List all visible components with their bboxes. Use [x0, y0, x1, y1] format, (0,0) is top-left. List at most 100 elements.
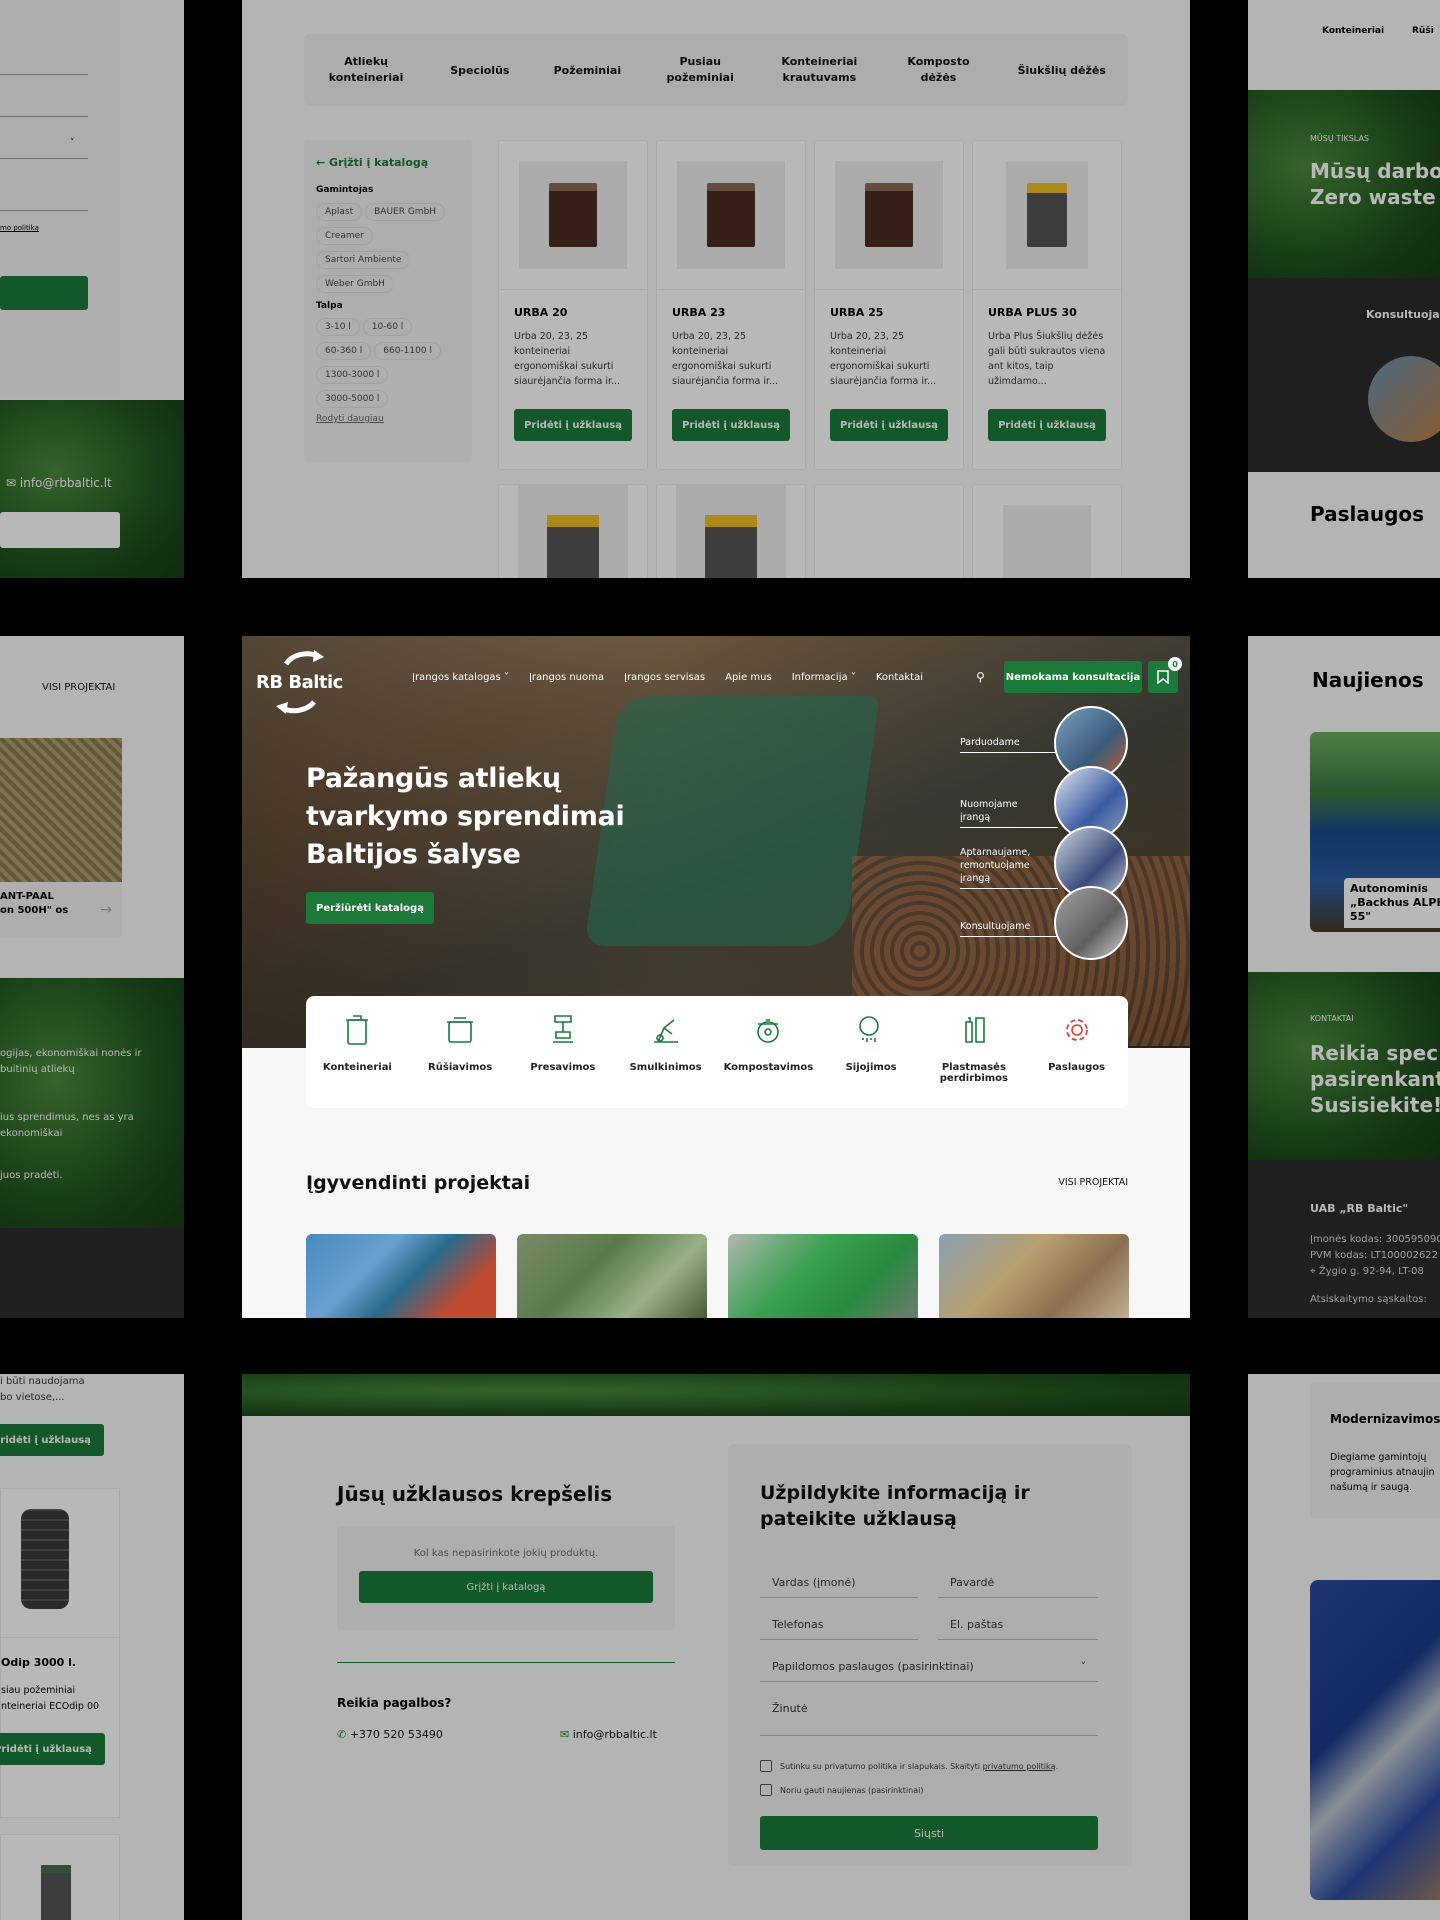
all-projects-link[interactable]: VISI PROJEKTAI [1058, 1177, 1128, 1188]
product-card[interactable]: URBA 23 Urba 20, 23, 25 konteineriai erg… [656, 140, 806, 470]
about-text-1: ogijas, ekonomiškai nonės ir buitinių at… [0, 1048, 142, 1075]
tab-siuksliu-dezes[interactable]: Šiukšlių dėžės [1018, 64, 1106, 77]
category-sieving[interactable]: Sijojimos [820, 1012, 923, 1073]
category-services[interactable]: Paslaugos [1025, 1012, 1128, 1073]
tab-containers[interactable]: Konteineriai [1322, 26, 1384, 36]
size-chip[interactable]: 60-360 l [316, 342, 372, 360]
privacy-link[interactable]: privatumo politiką [983, 1762, 1056, 1771]
tab-specialus[interactable]: Speciolūs [450, 64, 509, 77]
phone-field[interactable]: Telefonas [760, 1618, 918, 1640]
back-to-catalog-link[interactable]: ← Grįžti į katalogą [316, 156, 460, 169]
shredder-icon [653, 1019, 678, 1043]
product-card[interactable] [972, 484, 1122, 578]
product-card[interactable]: URBA 25 Urba 20, 23, 25 konteineriai erg… [814, 140, 964, 470]
newsletter-checkbox[interactable] [760, 1784, 772, 1796]
tab-sorting[interactable]: Rūši [1412, 26, 1434, 36]
privacy-link[interactable]: mo politiką [0, 224, 39, 232]
product-card[interactable]: URBA 20 Urba 20, 23, 25 konteineriai erg… [498, 140, 648, 470]
chevron-down-icon: ˅ [1080, 1660, 1087, 1673]
email-field[interactable]: El. paštas [938, 1618, 1098, 1640]
add-to-request-button[interactable]: Pridėti į užklausą [830, 409, 948, 441]
product-card[interactable] [656, 484, 806, 578]
category-plastic-recycling[interactable]: Plastmasės perdirbimos [923, 1012, 1026, 1084]
privacy-checkbox[interactable] [760, 1760, 772, 1772]
project-card[interactable]: ANT-PAAL on 500H" os → [0, 738, 122, 938]
add-to-request-button[interactable]: Pridėti į užklausą [514, 409, 632, 441]
project-card[interactable] [728, 1234, 918, 1318]
size-filter-title: Talpa [316, 301, 343, 311]
nav-item-service[interactable]: Įrangos servisas [624, 672, 705, 683]
nav-item-catalog[interactable]: Įrangos katalogas ˅ [412, 672, 509, 683]
size-chip[interactable]: 660-1100 l [374, 342, 441, 360]
product-grid: URBA 20 Urba 20, 23, 25 konteineriai erg… [498, 140, 1128, 578]
bin-icon [346, 1015, 369, 1045]
category-containers[interactable]: Konteineriai [306, 1012, 409, 1073]
help-phone[interactable]: ✆ +370 520 53490 [337, 1728, 443, 1741]
logo[interactable]: RB Baltic [256, 646, 344, 716]
add-to-request-button[interactable]: Pridėti į užklausą [988, 409, 1106, 441]
view-catalog-button[interactable]: Peržiūrėti katalogą [306, 892, 434, 924]
maker-chip[interactable]: Weber GmbH [316, 275, 394, 293]
product-card[interactable] [498, 484, 648, 578]
services-select[interactable]: Papildomos paslaugos (pasirinktinai) ˅ [760, 1660, 1098, 1682]
service-label-repair[interactable]: Aptarnaujame, remontuojame įrangą [960, 846, 1058, 889]
tab-atlieku-konteineriai[interactable]: Atliekų konteineriai [326, 54, 406, 86]
product-card[interactable]: Odip 3000 l. siau požeminiai nteineriai … [0, 1488, 120, 1818]
bin-grey-yellow-image [1006, 161, 1088, 269]
nav-item-info[interactable]: Informacija ˅ [792, 672, 856, 683]
free-consultation-button[interactable]: Nemokama konsultacija [1004, 661, 1142, 693]
tab-pusiau-pozeminiai[interactable]: Pusiau požeminiai [665, 54, 735, 86]
project-thumbnails [306, 1234, 1129, 1318]
category-pressing[interactable]: Presavimos [512, 1012, 615, 1073]
size-chip[interactable]: 3000-5000 l [316, 390, 389, 408]
tab-komposto-dezes[interactable]: Komposto dėžės [903, 54, 973, 86]
size-chip[interactable]: 10-60 l [362, 318, 413, 336]
product-desc: Urba Plus Šiukšlių dėžės gali būti sukra… [988, 331, 1106, 387]
newsletter-input[interactable] [0, 512, 120, 548]
name-field[interactable]: Vardas (įmonė) [760, 1576, 918, 1598]
project-card[interactable] [517, 1234, 707, 1318]
compost-icon [757, 1019, 780, 1043]
surname-field[interactable]: Pavardė [938, 1576, 1098, 1598]
tab-pozeminiai[interactable]: Požeminiai [554, 64, 622, 77]
submit-button[interactable] [0, 276, 88, 310]
maker-chip[interactable]: Aplast [316, 203, 363, 221]
tab-konteineriai-krautuvams[interactable]: Konteineriai krautuvams [779, 54, 859, 86]
product-card[interactable] [0, 1834, 120, 1920]
category-sorting[interactable]: Rūšiavimos [409, 1012, 512, 1073]
service-label-sell[interactable]: Parduodame [960, 736, 1058, 753]
project-card[interactable] [306, 1234, 496, 1318]
maker-chip[interactable]: Sartori Ambiente [316, 251, 411, 269]
back-to-catalog-button[interactable]: Grįžti į katalogą [359, 1571, 653, 1603]
nav-item-contacts[interactable]: Kontaktai [876, 672, 923, 683]
nav-item-about[interactable]: Apie mus [725, 672, 772, 683]
right-top-panel: Konteineriai Rūši MŪSŲ TIKSLAS Mūsų darb… [1248, 0, 1440, 578]
product-card[interactable] [814, 484, 964, 578]
submit-button[interactable]: Siųsti [760, 1816, 1098, 1850]
nav-item-rent[interactable]: Įrangos nuoma [529, 672, 604, 683]
size-chip[interactable]: 1300-3000 l [316, 366, 389, 384]
product-card[interactable]: URBA PLUS 30 Urba Plus Šiukšlių dėžės ga… [972, 140, 1122, 470]
maker-chip[interactable]: BAUER GmbH [365, 203, 446, 221]
maker-chip[interactable]: Creamer [316, 227, 373, 245]
add-to-request-button[interactable]: Pridėti į užklausą [0, 1424, 104, 1456]
service-photo-consult[interactable] [1054, 886, 1128, 960]
service-label-rent[interactable]: Nuomojame įrangą [960, 798, 1058, 828]
footer-email[interactable]: ✉ info@rbbaltic.lt [6, 476, 112, 490]
message-textarea[interactable]: Žinutė [760, 1702, 1098, 1736]
category-shredding[interactable]: Smulkinimos [614, 1012, 717, 1073]
size-chip[interactable]: 3-10 l [316, 318, 360, 336]
add-to-request-button[interactable]: Pridėti į užklausą [672, 409, 790, 441]
project-card[interactable] [939, 1234, 1129, 1318]
news-card[interactable]: Autonominis „Backhus ALPH 55" [1310, 732, 1440, 932]
request-cart-button[interactable]: 0 [1148, 657, 1182, 693]
add-to-request-button[interactable]: Pridėti į užklausą [0, 1733, 105, 1765]
arrow-right-icon[interactable]: → [100, 902, 112, 918]
category-composting[interactable]: Kompostavimos [717, 1012, 820, 1073]
service-label-consult[interactable]: Konsultuojame [960, 920, 1058, 937]
all-projects-link[interactable]: VISI PROJEKTAI [42, 682, 115, 693]
search-icon[interactable]: ⚲ [976, 670, 985, 684]
show-more-link[interactable]: Rodyti daugiau [316, 414, 460, 424]
bookmark-icon [1157, 670, 1169, 684]
help-email[interactable]: ✉ info@rbbaltic.lt [560, 1728, 657, 1741]
